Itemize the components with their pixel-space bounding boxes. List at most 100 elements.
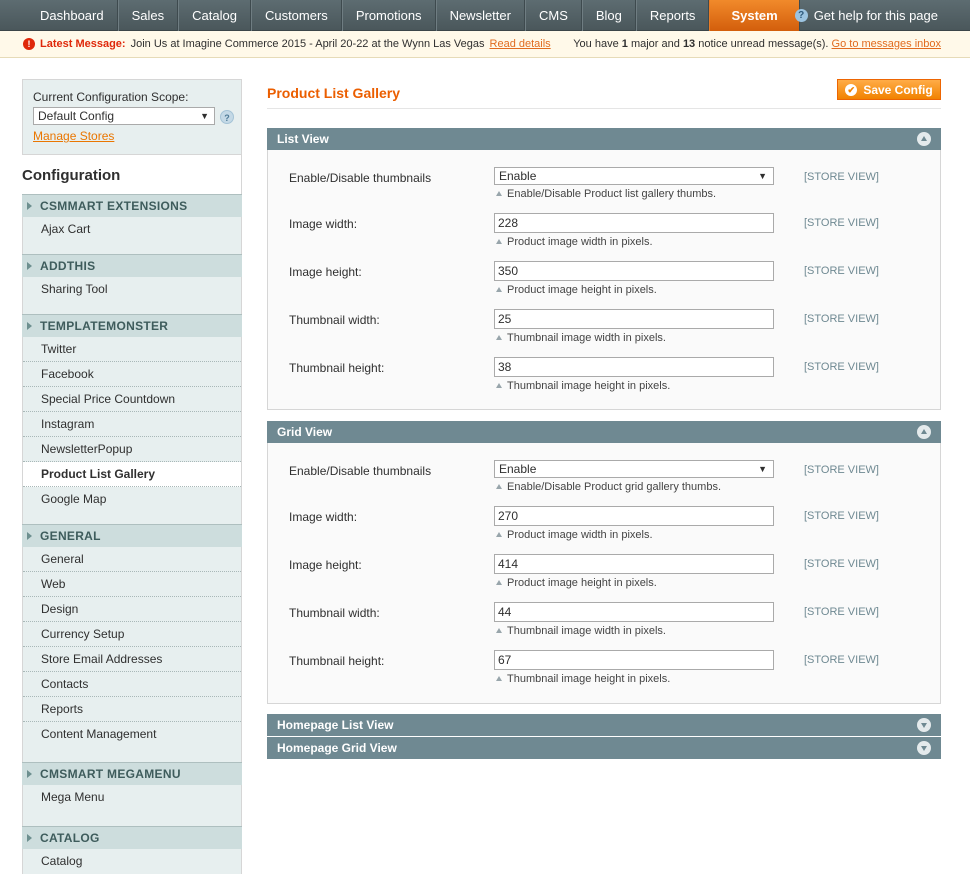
summary-post: notice unread message(s).: [698, 38, 829, 50]
section-items: General Web Design Currency Setup Store …: [22, 547, 242, 762]
sidebar-item-instagram[interactable]: Instagram: [23, 412, 241, 437]
sidebar-item-store-email-addresses[interactable]: Store Email Addresses: [23, 647, 241, 672]
nav-item-reports[interactable]: Reports: [635, 0, 710, 31]
grid-view-header[interactable]: Grid View: [267, 421, 941, 443]
messages-inbox-link[interactable]: Go to messages inbox: [832, 38, 941, 50]
section-head-templatemonster[interactable]: TEMPLATEMONSTER: [22, 314, 242, 337]
nav-item-catalog[interactable]: Catalog: [178, 0, 251, 31]
chevron-up-circle-icon[interactable]: [917, 132, 931, 146]
homepage-grid-view-header[interactable]: Homepage Grid View: [267, 737, 941, 759]
section-head-general[interactable]: GENERAL: [22, 524, 242, 547]
scope-label: [STORE VIEW]: [804, 217, 879, 229]
field-label: Image height:: [289, 558, 362, 572]
homepage-list-view-header[interactable]: Homepage List View: [267, 714, 941, 736]
sidebar-item-content-management[interactable]: Content Management: [23, 722, 241, 747]
sidebar-item-sharing-tool[interactable]: Sharing Tool: [23, 277, 241, 302]
homepage-list-view-title: Homepage List View: [277, 718, 394, 732]
grid-thumb-height-input[interactable]: 67: [494, 650, 774, 670]
nav-item-cms[interactable]: CMS: [524, 0, 582, 31]
grid-thumb-width-input[interactable]: 44: [494, 602, 774, 622]
list-enable-row: Enable/Disable thumbnails Enable ▼ Enabl…: [268, 167, 942, 215]
sidebar-item-newsletterpopup[interactable]: NewsletterPopup: [23, 437, 241, 462]
scope-select-value: Default Config: [38, 109, 115, 123]
grid-thumb-width-row: Thumbnail width: 44 Thumbnail image widt…: [268, 602, 942, 650]
page-title: Product List Gallery: [267, 85, 401, 101]
section-head-catalog[interactable]: CATALOG: [22, 826, 242, 849]
field-label: Thumbnail width:: [289, 606, 380, 620]
sidebar-item-special-price-countdown[interactable]: Special Price Countdown: [23, 387, 241, 412]
title-divider: [267, 108, 941, 109]
section-items: Twitter Facebook Special Price Countdown…: [22, 337, 242, 524]
list-thumb-width-row: Thumbnail width: 25 Thumbnail image widt…: [268, 309, 942, 357]
nav-item-dashboard[interactable]: Dashboard: [27, 0, 118, 31]
scope-label: [STORE VIEW]: [804, 654, 879, 666]
list-thumb-width-input[interactable]: 25: [494, 309, 774, 329]
chevron-down-icon: ▼: [200, 111, 209, 121]
sidebar-item-contacts[interactable]: Contacts: [23, 672, 241, 697]
section-head-csmmart-extensions[interactable]: CSMMART EXTENSIONS: [22, 194, 242, 217]
nav-item-customers[interactable]: Customers: [250, 0, 342, 31]
notice-count: 13: [682, 38, 696, 50]
sidebar-item-facebook[interactable]: Facebook: [23, 362, 241, 387]
scope-label: [STORE VIEW]: [804, 361, 879, 373]
summary-pre: You have: [573, 38, 619, 50]
chevron-up-circle-icon[interactable]: [917, 425, 931, 439]
field-label: Thumbnail height:: [289, 361, 385, 375]
scope-select[interactable]: Default Config ▼: [33, 107, 215, 125]
question-icon[interactable]: ?: [220, 109, 234, 124]
section-head-addthis[interactable]: ADDTHIS: [22, 254, 242, 277]
list-image-height-input[interactable]: 350: [494, 261, 774, 281]
scope-label: [STORE VIEW]: [804, 558, 879, 570]
grid-view-fieldset: Enable/Disable thumbnails Enable ▼ Enabl…: [267, 443, 941, 704]
chevron-down-icon: ▼: [758, 171, 767, 181]
field-note: Thumbnail image height in pixels.: [496, 673, 670, 685]
scope-label: Current Configuration Scope:: [33, 90, 189, 104]
latest-message-text: Join Us at Imagine Commerce 2015 - April…: [130, 38, 485, 50]
chevron-down-circle-icon[interactable]: [917, 741, 931, 755]
sidebar-item-ajax-cart[interactable]: Ajax Cart: [23, 217, 241, 242]
section-items: Mega Menu: [22, 785, 242, 826]
nav-item-blog[interactable]: Blog: [581, 0, 636, 31]
grid-image-width-input[interactable]: 270: [494, 506, 774, 526]
field-note: Product image height in pixels.: [496, 577, 657, 589]
field-label: Enable/Disable thumbnails: [289, 171, 432, 185]
list-enable-select[interactable]: Enable ▼: [494, 167, 774, 185]
sidebar-item-design[interactable]: Design: [23, 597, 241, 622]
field-label: Image width:: [289, 510, 358, 524]
section-head-cmsmart-megamenu[interactable]: CMSMART MEGAMENU: [22, 762, 242, 785]
list-image-width-input[interactable]: 228: [494, 213, 774, 233]
grid-enable-row: Enable/Disable thumbnails Enable ▼ Enabl…: [268, 460, 942, 508]
sidebar-item-mega-menu[interactable]: Mega Menu: [23, 785, 241, 810]
nav-item-promotions[interactable]: Promotions: [341, 0, 436, 31]
grid-enable-select[interactable]: Enable ▼: [494, 460, 774, 478]
chevron-down-circle-icon[interactable]: [917, 718, 931, 732]
nav-item-system[interactable]: System: [709, 0, 800, 31]
major-count: 1: [621, 38, 628, 50]
sidebar-item-general[interactable]: General: [23, 547, 241, 572]
nav-item-newsletter[interactable]: Newsletter: [435, 0, 525, 31]
grid-image-height-input[interactable]: 414: [494, 554, 774, 574]
save-config-button[interactable]: ✔ Save Config: [837, 79, 941, 100]
help-link[interactable]: ? Get help for this page: [794, 0, 938, 31]
list-view-header[interactable]: List View: [267, 128, 941, 150]
field-note: Thumbnail image height in pixels.: [496, 380, 670, 392]
sidebar-item-product-list-gallery[interactable]: Product List Gallery: [23, 462, 241, 487]
field-note: Enable/Disable Product list gallery thum…: [496, 188, 716, 200]
save-config-label: Save Config: [863, 82, 933, 97]
read-details-link[interactable]: Read details: [490, 38, 551, 50]
nav-item-sales[interactable]: Sales: [117, 0, 179, 31]
grid-thumb-height-row: Thumbnail height: 67 Thumbnail image hei…: [268, 650, 942, 698]
grid-view-title: Grid View: [277, 425, 333, 439]
field-note: Enable/Disable Product grid gallery thum…: [496, 481, 721, 493]
section-items: Sharing Tool: [22, 277, 242, 314]
manage-stores-link[interactable]: Manage Stores: [33, 129, 241, 143]
sidebar-item-reports[interactable]: Reports: [23, 697, 241, 722]
sidebar-item-web[interactable]: Web: [23, 572, 241, 597]
sidebar-item-currency-setup[interactable]: Currency Setup: [23, 622, 241, 647]
configuration-heading: Configuration: [22, 155, 242, 194]
summary-mid: major and: [630, 38, 680, 50]
sidebar-item-google-map[interactable]: Google Map: [23, 487, 241, 512]
sidebar-item-catalog[interactable]: Catalog: [23, 849, 241, 874]
list-thumb-height-input[interactable]: 38: [494, 357, 774, 377]
sidebar-item-twitter[interactable]: Twitter: [23, 337, 241, 362]
